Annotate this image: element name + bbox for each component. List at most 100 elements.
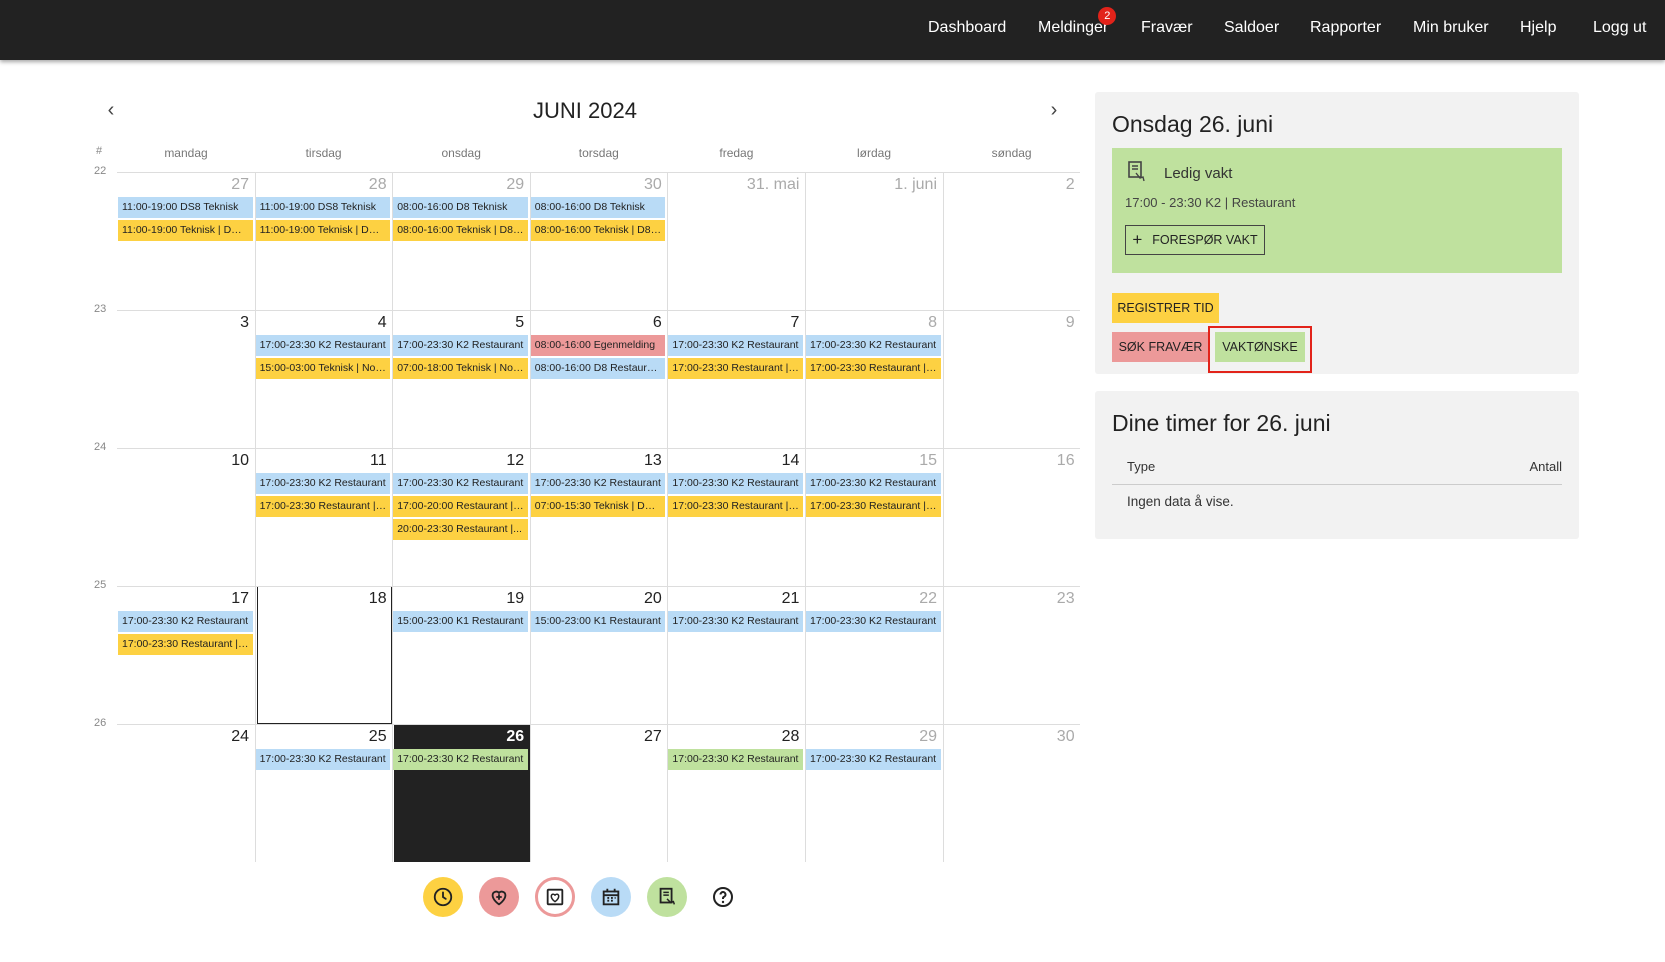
calendar-event[interactable]: 17:00-23:30 Restaurant | ... bbox=[668, 496, 803, 517]
calendar-event[interactable]: 15:00-03:00 Teknisk | Nor... bbox=[255, 358, 391, 379]
calendar-event[interactable]: 17:00-23:30 K2 Restaurant bbox=[118, 611, 253, 632]
calendar-event[interactable]: 11:00-19:00 Teknisk | DS8 ... bbox=[255, 220, 391, 241]
register-time-button[interactable]: REGISTRER TID bbox=[1112, 293, 1219, 323]
day-number[interactable]: 15 bbox=[805, 452, 937, 470]
day-number[interactable]: 24 bbox=[117, 728, 249, 746]
day-number[interactable]: 5 bbox=[392, 314, 524, 332]
day-number[interactable]: 16 bbox=[943, 452, 1075, 470]
day-number[interactable]: 20 bbox=[530, 590, 662, 608]
top-navbar: Dashboard Meldinger 2 Fravær Saldoer Rap… bbox=[0, 0, 1665, 60]
calendar-event[interactable]: 08:00-16:00 Teknisk | D8 ... bbox=[530, 220, 666, 241]
day-number[interactable]: 28 bbox=[255, 176, 387, 194]
calendar-event[interactable]: 17:00-23:30 K2 Restaurant bbox=[806, 749, 941, 770]
calendar-event[interactable]: 11:00-19:00 Teknisk | DS8 ... bbox=[118, 220, 253, 241]
weekday-header: onsdag bbox=[441, 146, 481, 160]
calendar-icon[interactable] bbox=[591, 877, 631, 917]
request-shift-button[interactable]: + FORESPØR VAKT bbox=[1125, 225, 1265, 255]
calendar-event[interactable]: 17:00-23:30 K2 Restaurant bbox=[393, 335, 528, 356]
calendar-event[interactable]: 17:00-23:30 K2 Restaurant bbox=[255, 749, 391, 770]
nav-reports[interactable]: Rapporter bbox=[1310, 19, 1381, 37]
clock-icon[interactable] bbox=[423, 877, 463, 917]
day-number[interactable]: 2 bbox=[943, 176, 1075, 194]
day-number[interactable]: 13 bbox=[530, 452, 662, 470]
day-number[interactable]: 29 bbox=[392, 176, 524, 194]
calendar-event[interactable]: 17:00-23:30 Restaurant | ... bbox=[255, 496, 391, 517]
day-number[interactable]: 28 bbox=[667, 728, 800, 746]
day-number[interactable]: 12 bbox=[392, 452, 524, 470]
day-number[interactable]: 22 bbox=[805, 590, 937, 608]
calendar-event[interactable]: 17:00-23:30 K2 Restaurant bbox=[806, 473, 941, 494]
day-number[interactable]: 19 bbox=[392, 590, 524, 608]
request-absence-button[interactable]: SØK FRAVÆR bbox=[1112, 332, 1209, 362]
day-number[interactable]: 9 bbox=[943, 314, 1075, 332]
day-number[interactable]: 14 bbox=[667, 452, 800, 470]
calendar-event[interactable]: 08:00-16:00 Egenmelding bbox=[530, 335, 666, 356]
day-number[interactable]: 30 bbox=[530, 176, 662, 194]
calendar-event[interactable]: 17:00-23:30 K2 Restaurant bbox=[668, 473, 803, 494]
calendar-event[interactable]: 17:00-20:00 Restaurant | ... bbox=[393, 496, 528, 517]
day-number[interactable]: 25 bbox=[255, 728, 387, 746]
day-number[interactable]: 4 bbox=[255, 314, 387, 332]
day-number[interactable]: 23 bbox=[943, 590, 1075, 608]
day-number[interactable]: 10 bbox=[117, 452, 249, 470]
calendar-event[interactable]: 17:00-23:30 Restaurant | ... bbox=[668, 358, 803, 379]
calendar-event[interactable]: 17:00-23:30 K2 Restaurant bbox=[668, 611, 803, 632]
calendar-event[interactable]: 11:00-19:00 DS8 Teknisk bbox=[118, 197, 253, 218]
day-number[interactable]: 17 bbox=[117, 590, 249, 608]
day-number[interactable]: 3 bbox=[117, 314, 249, 332]
hours-empty-text: Ingen data å vise. bbox=[1127, 494, 1234, 509]
calendar-event[interactable]: 17:00-23:30 K2 Restaurant bbox=[806, 335, 941, 356]
shift-swap-icon[interactable] bbox=[647, 877, 687, 917]
calendar-event[interactable]: 17:00-23:30 Restaurant | ... bbox=[118, 634, 253, 655]
calendar-event[interactable]: 17:00-23:30 K2 Restaurant bbox=[806, 611, 941, 632]
heart-calendar-icon[interactable] bbox=[535, 877, 575, 917]
nav-dashboard[interactable]: Dashboard bbox=[928, 19, 1006, 37]
nav-logout[interactable]: Logg ut bbox=[1593, 19, 1646, 37]
nav-messages[interactable]: Meldinger 2 bbox=[1038, 7, 1117, 37]
day-number[interactable]: 7 bbox=[667, 314, 799, 332]
next-month-icon[interactable]: › bbox=[1042, 100, 1066, 124]
calendar-event[interactable]: 17:00-23:30 Restaurant | ... bbox=[806, 358, 941, 379]
calendar-event[interactable]: 07:00-18:00 Teknisk | Nor... bbox=[393, 358, 528, 379]
day-number[interactable]: 1. juni bbox=[805, 176, 937, 194]
prev-month-icon[interactable]: ‹ bbox=[99, 100, 123, 124]
calendar-event[interactable]: 11:00-19:00 DS8 Teknisk bbox=[255, 197, 391, 218]
hours-col-type: Type bbox=[1127, 459, 1156, 474]
day-number[interactable]: 27 bbox=[117, 176, 249, 194]
calendar-event[interactable]: 17:00-23:30 K2 Restaurant bbox=[255, 473, 391, 494]
calendar-event[interactable]: 17:00-23:30 K2 Restaurant bbox=[393, 749, 528, 770]
nav-help[interactable]: Hjelp bbox=[1520, 19, 1556, 37]
day-number[interactable]: 11 bbox=[255, 452, 387, 470]
week-number: 22 bbox=[94, 165, 107, 177]
help-icon[interactable] bbox=[703, 877, 743, 917]
calendar-event[interactable]: 17:00-23:30 K2 Restaurant bbox=[668, 749, 803, 770]
calendar-event[interactable]: 15:00-23:00 K1 Restaurant bbox=[530, 611, 666, 632]
calendar-event[interactable]: 20:00-23:30 Restaurant |... bbox=[393, 519, 528, 540]
calendar-event[interactable]: 17:00-23:30 K2 Restaurant bbox=[255, 335, 391, 356]
calendar-event[interactable]: 17:00-23:30 K2 Restaurant bbox=[668, 335, 803, 356]
day-number[interactable]: 30 bbox=[943, 728, 1075, 746]
calendar-event[interactable]: 08:00-16:00 D8 Teknisk bbox=[530, 197, 666, 218]
calendar-event[interactable]: 17:00-23:30 Restaurant | ... bbox=[806, 496, 941, 517]
calendar-event[interactable]: 17:00-23:30 K2 Restaurant bbox=[393, 473, 528, 494]
day-number[interactable]: 6 bbox=[530, 314, 662, 332]
nav-absence[interactable]: Fravær bbox=[1141, 19, 1193, 37]
day-number[interactable]: 8 bbox=[805, 314, 937, 332]
calendar-event[interactable]: 08:00-16:00 D8 Teknisk bbox=[393, 197, 528, 218]
hours-col-count: Antall bbox=[1529, 459, 1562, 474]
calendar-event[interactable]: 08:00-16:00 Teknisk | D8 ... bbox=[393, 220, 528, 241]
day-number[interactable]: 21 bbox=[667, 590, 800, 608]
calendar-event[interactable]: 08:00-16:00 D8 Restaurant bbox=[530, 358, 666, 379]
calendar-event[interactable]: 07:00-15:30 Teknisk | DS ... bbox=[530, 496, 666, 517]
day-number[interactable]: 31. mai bbox=[667, 176, 799, 194]
nav-balances[interactable]: Saldoer bbox=[1224, 19, 1279, 37]
day-number[interactable]: 29 bbox=[805, 728, 937, 746]
calendar-event[interactable]: 15:00-23:00 K1 Restaurant bbox=[393, 611, 528, 632]
calendar-event[interactable]: 17:00-23:30 K2 Restaurant bbox=[530, 473, 666, 494]
day-number[interactable]: 18 bbox=[255, 590, 387, 608]
week-row-divider bbox=[117, 172, 1080, 173]
day-number[interactable]: 27 bbox=[530, 728, 662, 746]
heart-plus-icon[interactable] bbox=[479, 877, 519, 917]
nav-my-user[interactable]: Min bruker bbox=[1413, 19, 1489, 37]
day-number[interactable]: 26 bbox=[392, 728, 524, 746]
